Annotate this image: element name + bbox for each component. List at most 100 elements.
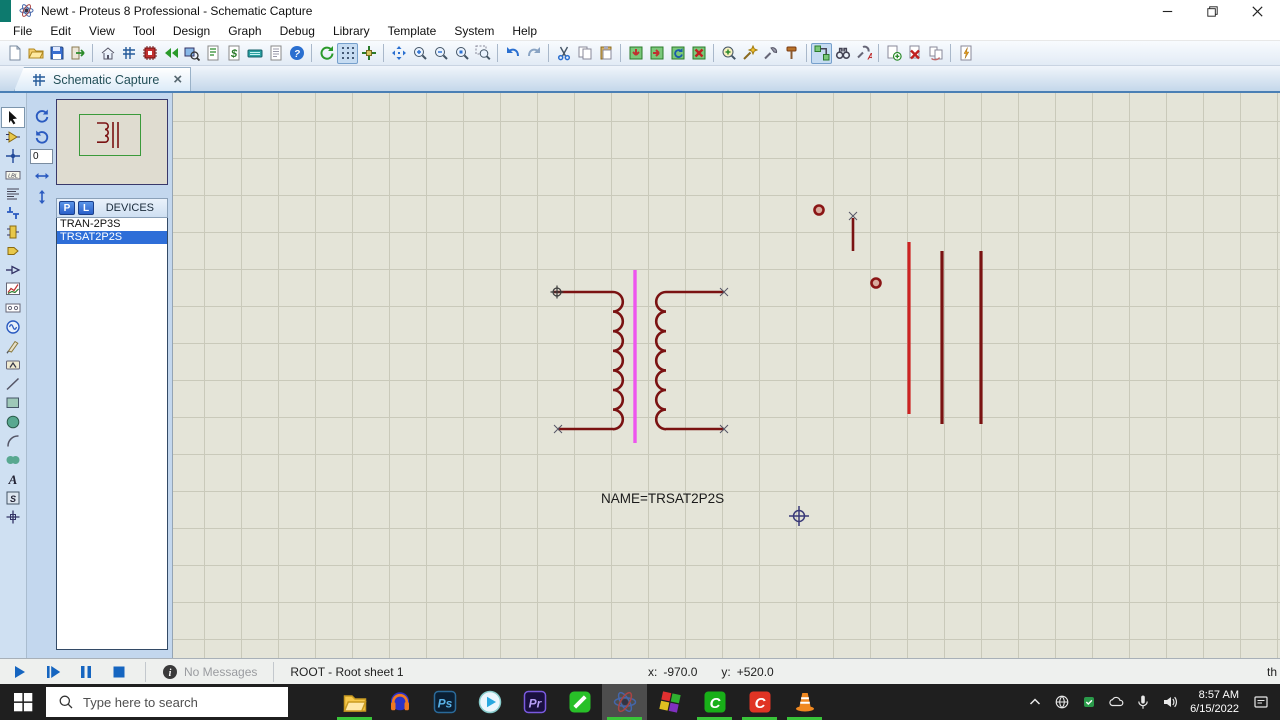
tool-voltage-probe[interactable] — [2, 336, 24, 355]
taskbar-audacity[interactable] — [377, 684, 422, 720]
minimize-button[interactable] — [1145, 0, 1190, 22]
tray-volume[interactable] — [1159, 688, 1181, 716]
menu-design[interactable]: Design — [164, 22, 219, 40]
tray-network[interactable] — [1051, 688, 1073, 716]
home-button[interactable] — [97, 43, 118, 64]
tray-onedrive[interactable] — [1105, 688, 1127, 716]
action-center-button[interactable] — [1250, 688, 1272, 716]
menu-template[interactable]: Template — [379, 22, 446, 40]
menu-library[interactable]: Library — [324, 22, 379, 40]
tool-current-probe[interactable] — [2, 355, 24, 374]
tool-2d-line[interactable] — [2, 374, 24, 393]
remove-sheet-button[interactable] — [904, 43, 925, 64]
tool-2d-text[interactable]: A — [2, 469, 24, 488]
save-project-button[interactable] — [46, 43, 67, 64]
taskbar-file-explorer[interactable] — [332, 684, 377, 720]
device-item-trsat2p2s[interactable]: TRSAT2P2S — [57, 231, 167, 244]
zoom-extents-button[interactable] — [451, 43, 472, 64]
tool-junction-dot[interactable] — [2, 146, 24, 165]
tool-bus[interactable] — [2, 203, 24, 222]
start-button[interactable] — [0, 684, 46, 720]
decompose-button[interactable] — [781, 43, 802, 64]
origin-button[interactable] — [358, 43, 379, 64]
device-item-tran-2p3s[interactable]: TRAN-2P3S — [57, 218, 167, 231]
rotate-clockwise-button[interactable] — [32, 107, 52, 125]
loose-pin-segment[interactable] — [848, 211, 858, 251]
tool-2d-circle[interactable] — [2, 412, 24, 431]
close-button[interactable] — [1235, 0, 1280, 22]
pause-button[interactable] — [78, 664, 94, 680]
undo-button[interactable] — [502, 43, 523, 64]
step-button[interactable] — [45, 664, 61, 680]
play-button[interactable] — [12, 664, 28, 680]
tray-expand-button[interactable] — [1024, 688, 1046, 716]
mirror-vertical-button[interactable] — [32, 188, 52, 206]
help-button[interactable]: ? — [286, 43, 307, 64]
rotation-angle-input[interactable] — [30, 149, 53, 164]
block-rotate-button[interactable] — [667, 43, 688, 64]
taskbar-potplayer[interactable] — [467, 684, 512, 720]
stop-button[interactable] — [111, 664, 127, 680]
import-project-button[interactable] — [67, 43, 88, 64]
project-notes-button[interactable] — [265, 43, 286, 64]
tab-schematic-capture[interactable]: Schematic Capture × — [14, 67, 192, 91]
paste-button[interactable] — [595, 43, 616, 64]
tray-microphone[interactable] — [1132, 688, 1154, 716]
taskbar-vlc[interactable] — [782, 684, 827, 720]
tool-subcircuit[interactable] — [2, 222, 24, 241]
library-manager-button[interactable]: L — [78, 201, 94, 215]
menu-edit[interactable]: Edit — [41, 22, 80, 40]
pan-button[interactable] — [388, 43, 409, 64]
taskbar-mixcraft[interactable] — [647, 684, 692, 720]
open-project-button[interactable] — [25, 43, 46, 64]
restore-button[interactable] — [1190, 0, 1235, 22]
taskbar-photoshop[interactable]: Ps — [422, 684, 467, 720]
redo-button[interactable] — [523, 43, 544, 64]
gerber-view-button[interactable] — [244, 43, 265, 64]
zoom-in-button[interactable] — [409, 43, 430, 64]
menu-system[interactable]: System — [445, 22, 503, 40]
redraw-button[interactable] — [316, 43, 337, 64]
menu-help[interactable]: Help — [503, 22, 546, 40]
property-assignment-button[interactable]: A — [853, 43, 874, 64]
copy-button[interactable] — [574, 43, 595, 64]
taskbar-line[interactable] — [557, 684, 602, 720]
tool-component[interactable] — [2, 127, 24, 146]
back-annotate-button[interactable] — [160, 43, 181, 64]
loose-ring-2[interactable] — [870, 277, 882, 289]
3d-visualizer-button[interactable] — [181, 43, 202, 64]
pick-parts-button[interactable] — [718, 43, 739, 64]
tool-2d-arc[interactable] — [2, 431, 24, 450]
schematic-capture-button[interactable] — [118, 43, 139, 64]
tool-generator[interactable] — [2, 317, 24, 336]
block-delete-button[interactable] — [688, 43, 709, 64]
tool-2d-box[interactable] — [2, 393, 24, 412]
search-input[interactable] — [83, 694, 288, 710]
loose-ring-1[interactable] — [813, 204, 825, 216]
electrical-rule-check-button[interactable] — [955, 43, 976, 64]
wire-autorouter-button[interactable] — [811, 42, 832, 64]
new-sheet-button[interactable] — [883, 43, 904, 64]
tool-graph[interactable] — [2, 279, 24, 298]
cut-button[interactable] — [553, 43, 574, 64]
transformer-trsat2p2s[interactable]: NAME=TRSAT2P2S — [550, 270, 729, 506]
message-area[interactable]: i No Messages — [150, 664, 269, 680]
tray-antivirus[interactable] — [1078, 688, 1100, 716]
tool-selection[interactable] — [1, 107, 25, 128]
taskbar-proteus[interactable] — [602, 684, 647, 720]
taskbar-clipchamp[interactable]: C — [737, 684, 782, 720]
goto-sheet-button[interactable] — [925, 43, 946, 64]
tool-2d-symbol[interactable]: S — [2, 488, 24, 507]
menu-tool[interactable]: Tool — [124, 22, 164, 40]
tool-tape-recorder[interactable] — [2, 298, 24, 317]
zoom-area-button[interactable] — [472, 43, 493, 64]
menu-view[interactable]: View — [80, 22, 124, 40]
menu-graph[interactable]: Graph — [219, 22, 270, 40]
search-tag-button[interactable] — [832, 43, 853, 64]
tab-close-icon[interactable]: × — [173, 72, 182, 87]
mirror-horizontal-button[interactable] — [32, 167, 52, 185]
taskbar-premiere[interactable]: Pr — [512, 684, 557, 720]
menu-file[interactable]: File — [4, 22, 41, 40]
bom-button[interactable] — [202, 43, 223, 64]
pick-devices-button[interactable]: P — [59, 201, 75, 215]
